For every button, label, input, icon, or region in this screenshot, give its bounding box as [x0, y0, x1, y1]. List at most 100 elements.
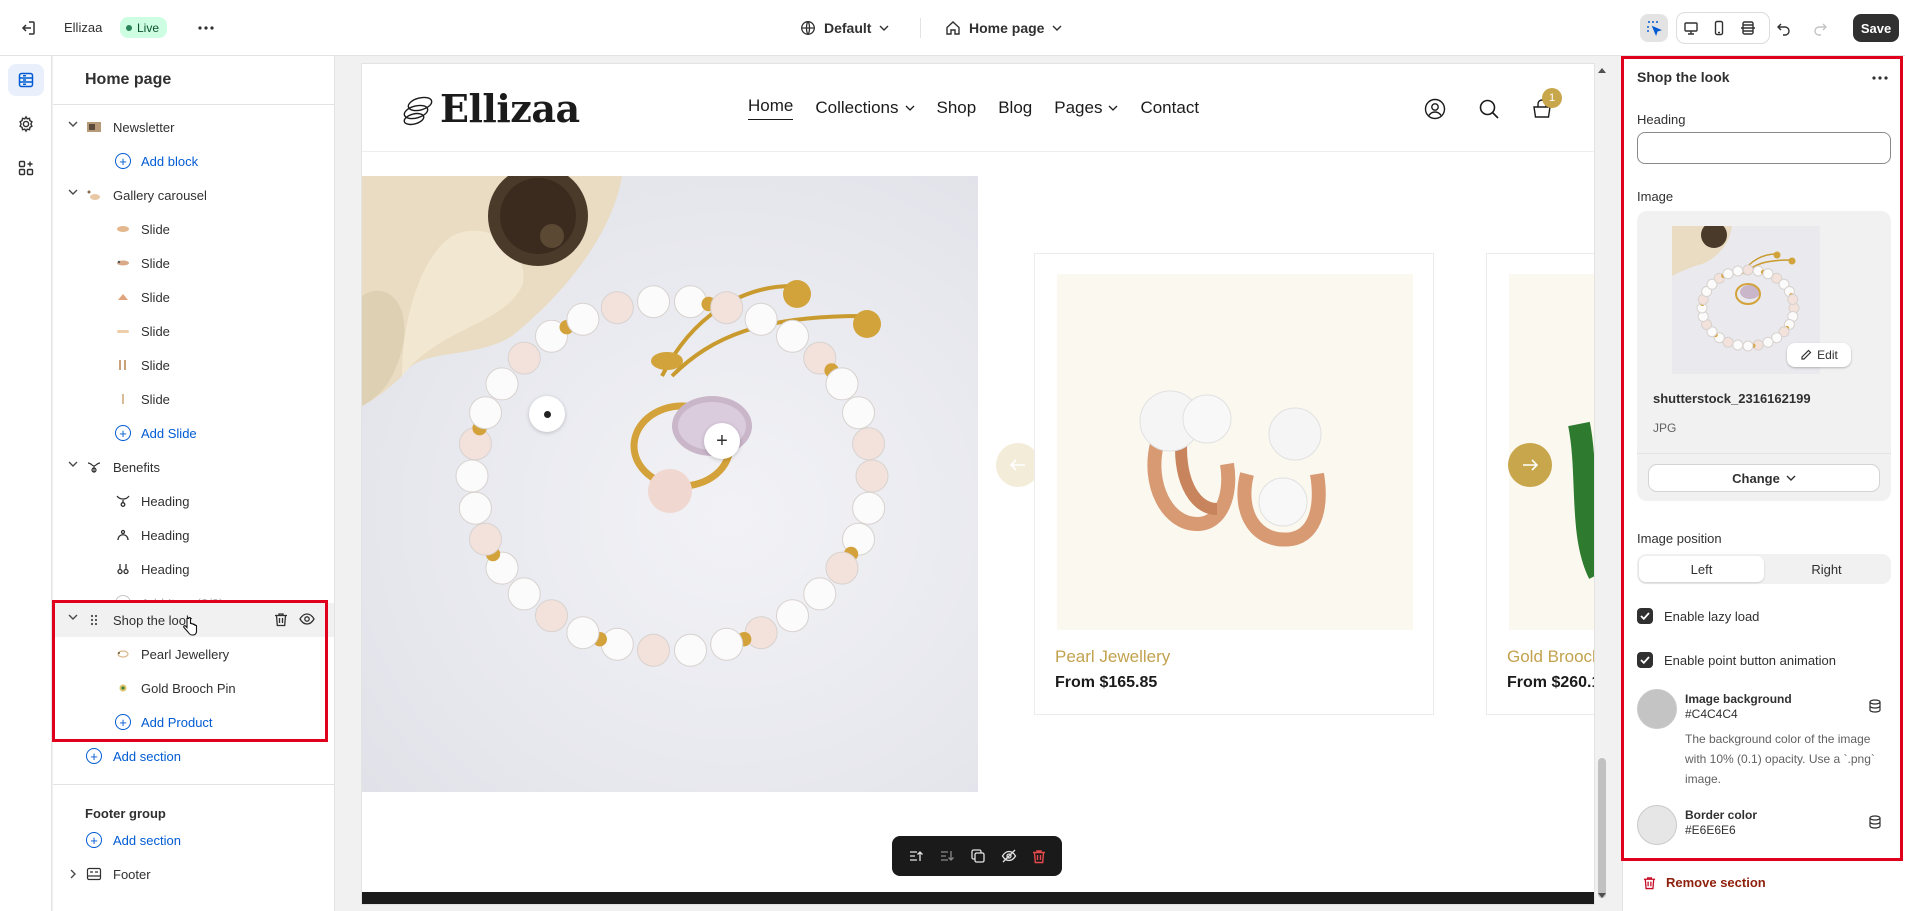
nav-label: Contact [1140, 98, 1200, 117]
dynamic-source-icon[interactable] [1868, 815, 1882, 829]
checkbox-checked-icon[interactable] [1637, 652, 1653, 668]
pencil-icon [1801, 349, 1812, 360]
image-position-label: Image position [1637, 531, 1722, 546]
nav-contact[interactable]: Contact [1140, 96, 1199, 120]
arrow-right-icon [1523, 459, 1538, 471]
section-benefits[interactable]: Benefits [53, 450, 333, 484]
product-item[interactable]: Pearl Jewellery [53, 637, 333, 671]
slide-item[interactable]: Slide [53, 280, 333, 314]
nav-pages[interactable]: Pages [1054, 96, 1118, 120]
section-footer[interactable]: Footer [53, 857, 333, 891]
border-color-swatch[interactable] [1637, 805, 1677, 845]
slide-item[interactable]: Slide [53, 246, 333, 280]
footer-add-section-button[interactable]: + Add section [53, 823, 333, 857]
visibility-eye-icon[interactable] [299, 613, 315, 625]
exit-icon[interactable] [16, 16, 40, 40]
change-image-button[interactable]: Change [1649, 465, 1879, 491]
duplicate-icon[interactable] [970, 848, 986, 864]
add-section-button[interactable]: + Add section [53, 739, 333, 773]
more-actions-icon[interactable] [193, 16, 219, 40]
product-name[interactable]: Gold Brooch [1507, 647, 1594, 667]
page-selector[interactable]: Home page [945, 17, 1062, 39]
chevron-right-icon[interactable] [70, 869, 76, 879]
mouse-cursor-icon [182, 617, 198, 637]
carousel-next-button[interactable] [1508, 443, 1552, 487]
settings-more-icon[interactable] [1867, 66, 1893, 90]
point-animation-checkbox[interactable]: Enable point button animation [1637, 652, 1836, 668]
redo-icon[interactable] [1806, 14, 1834, 42]
nav-label: Shop [936, 98, 977, 117]
hotspot-plus-button[interactable]: + [704, 423, 740, 459]
benefit-heading-item[interactable]: Heading [53, 484, 333, 518]
add-product-button[interactable]: + Add Product [53, 705, 333, 739]
remove-section-button[interactable]: Remove section [1643, 875, 1766, 890]
benefit-heading-label: Heading [141, 561, 190, 577]
drag-handle-icon[interactable] [86, 612, 102, 628]
section-gallery-carousel[interactable]: Gallery carousel [53, 178, 333, 212]
image-filename: shutterstock_2316162199 [1653, 391, 1811, 406]
fullwidth-view-icon[interactable] [1734, 14, 1762, 42]
add-block-button[interactable]: + Add block [53, 144, 333, 178]
chevron-down-icon[interactable] [68, 189, 78, 195]
slide-label: Slide [141, 357, 170, 373]
undo-icon[interactable] [1770, 14, 1798, 42]
slide-item[interactable]: Slide [53, 314, 333, 348]
position-left-option[interactable]: Left [1639, 556, 1764, 582]
slide-item[interactable]: Slide [53, 382, 333, 416]
lazy-load-label: Enable lazy load [1664, 608, 1760, 624]
sidebar-title-divider [53, 104, 334, 105]
move-down-icon[interactable] [939, 848, 955, 864]
hide-eye-icon[interactable] [1001, 848, 1017, 864]
chevron-down-icon[interactable] [68, 614, 78, 620]
theme-settings-gear-icon[interactable] [8, 108, 44, 140]
chevron-down-icon[interactable] [68, 121, 78, 127]
desktop-view-icon[interactable] [1677, 14, 1705, 42]
product-name[interactable]: Pearl Jewellery [1055, 647, 1170, 667]
trash-icon [1643, 876, 1656, 889]
nav-home[interactable]: Home [748, 96, 794, 120]
hotspot-dot-button[interactable] [529, 396, 565, 432]
nav-label: Collections [815, 98, 899, 117]
product-card[interactable]: Pearl Jewellery From $165.85 [1034, 253, 1434, 715]
delete-icon[interactable] [1032, 849, 1046, 864]
heading-field-label: Heading [1637, 112, 1686, 127]
edit-label: Edit [1817, 348, 1838, 362]
product-item[interactable]: Gold Brooch Pin [53, 671, 333, 705]
edit-image-button[interactable]: Edit [1787, 343, 1851, 367]
position-right-option[interactable]: Right [1764, 556, 1889, 582]
sections-icon[interactable] [8, 64, 44, 96]
chevron-down-icon[interactable] [68, 461, 78, 467]
product-label: Gold Brooch Pin [141, 680, 236, 696]
add-slide-button[interactable]: + Add Slide [53, 416, 333, 450]
save-button[interactable]: Save [1853, 14, 1899, 42]
slide-item[interactable]: Slide [53, 348, 333, 382]
search-icon[interactable] [1476, 96, 1502, 122]
nav-blog[interactable]: Blog [998, 96, 1032, 120]
bracelet-icon [115, 527, 131, 543]
account-icon[interactable] [1422, 96, 1448, 122]
store-logo[interactable]: Ellizaa [402, 86, 580, 131]
preview-scrollbar-thumb[interactable] [1598, 758, 1606, 898]
lazy-load-checkbox[interactable]: Enable lazy load [1637, 608, 1759, 624]
benefit-heading-item[interactable]: Heading [53, 552, 333, 586]
preview-scrollbar[interactable] [1597, 64, 1607, 904]
inspector-toggle-icon[interactable] [1640, 14, 1668, 42]
dynamic-source-icon[interactable] [1868, 699, 1882, 713]
slide-thumbnail-icon [115, 357, 131, 373]
mobile-view-icon[interactable] [1705, 14, 1733, 42]
checkbox-checked-icon[interactable] [1637, 608, 1653, 624]
sections-sidebar: Home page Newsletter + Add block Gallery… [53, 56, 335, 911]
delete-section-icon[interactable] [274, 612, 288, 627]
image-background-swatch[interactable] [1637, 689, 1677, 729]
heading-input[interactable] [1637, 132, 1891, 164]
theme-selector[interactable]: Default [800, 17, 889, 39]
move-up-icon[interactable] [908, 848, 924, 864]
slide-item[interactable]: Slide [53, 212, 333, 246]
nav-shop[interactable]: Shop [937, 96, 977, 120]
benefit-heading-item[interactable]: Heading [53, 518, 333, 552]
section-shop-the-look[interactable]: Shop the look [53, 603, 333, 637]
apps-icon[interactable] [8, 152, 44, 184]
nav-label: Blog [998, 98, 1033, 117]
nav-collections[interactable]: Collections [815, 96, 914, 120]
section-newsletter[interactable]: Newsletter [53, 110, 333, 144]
